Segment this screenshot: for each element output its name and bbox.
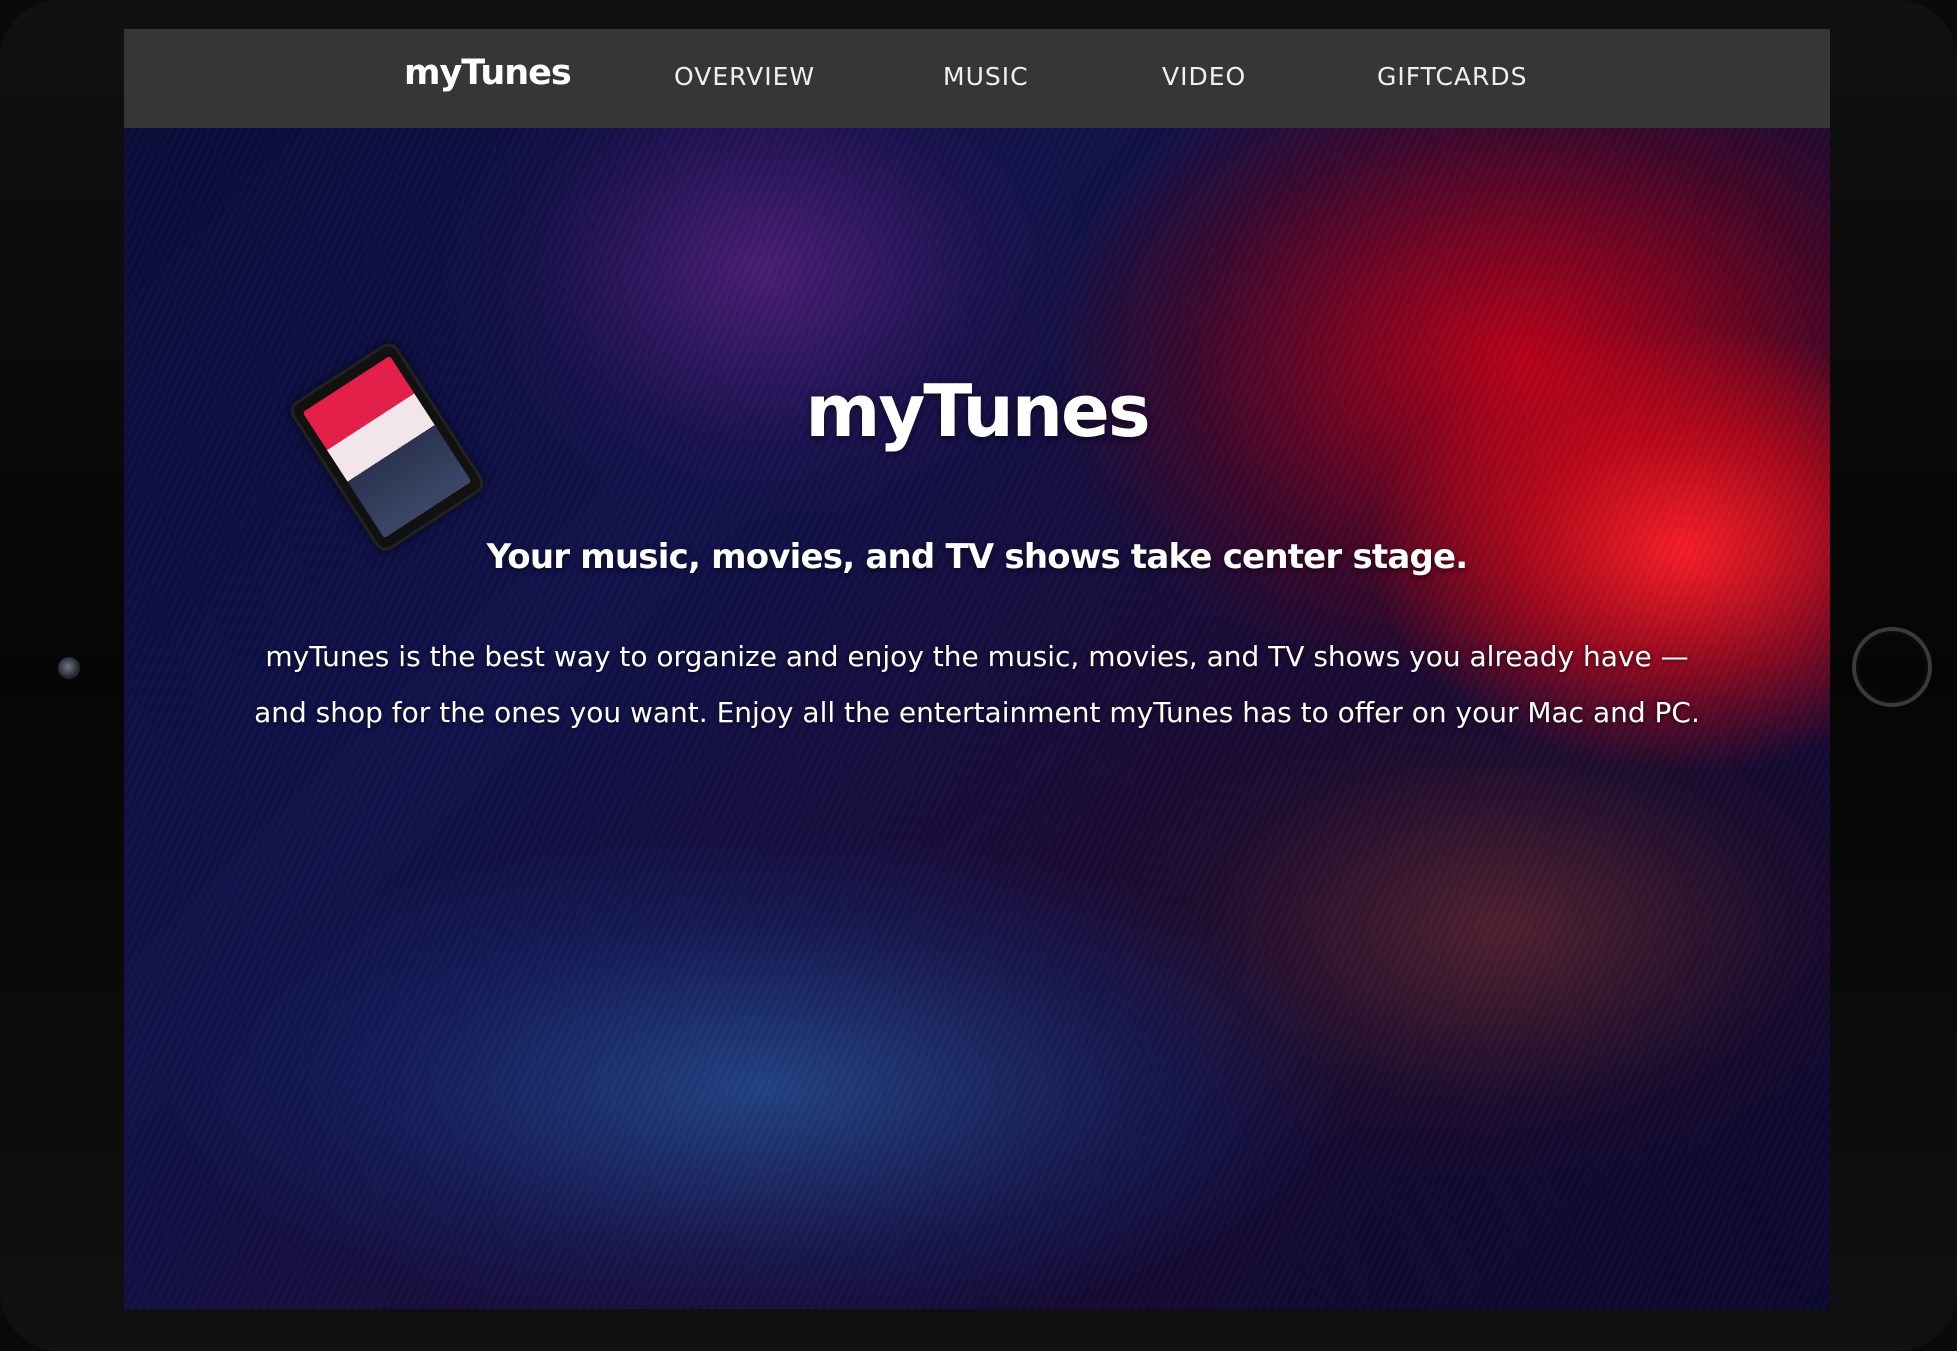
hero-subtitle: Your music, movies, and TV shows take ce… xyxy=(486,537,1469,577)
navbar-inner: myTunes OVERVIEW MUSIC VIDEO GIFTCARDS xyxy=(124,29,1830,128)
hero-description-line-1: myTunes is the best way to organize and … xyxy=(265,640,1689,673)
nav-link-giftcards[interactable]: GIFTCARDS xyxy=(1377,62,1528,91)
top-navbar: myTunes OVERVIEW MUSIC VIDEO GIFTCARDS xyxy=(124,29,1830,128)
hero-description: myTunes is the best way to organize and … xyxy=(184,629,1770,741)
front-camera xyxy=(58,657,80,679)
nav-link-music[interactable]: MUSIC xyxy=(943,62,1029,91)
nav-link-overview[interactable]: OVERVIEW xyxy=(674,62,815,91)
home-button[interactable] xyxy=(1852,627,1932,707)
nav-logo[interactable]: myTunes xyxy=(404,53,572,93)
hero-title: myTunes xyxy=(805,369,1150,453)
nav-link-video[interactable]: VIDEO xyxy=(1162,62,1246,91)
tablet-frame: myTunes OVERVIEW MUSIC VIDEO GIFTCARDS m… xyxy=(0,0,1957,1351)
screen: myTunes OVERVIEW MUSIC VIDEO GIFTCARDS m… xyxy=(124,29,1830,1309)
hero-description-line-2: and shop for the ones you want. Enjoy al… xyxy=(254,696,1700,729)
